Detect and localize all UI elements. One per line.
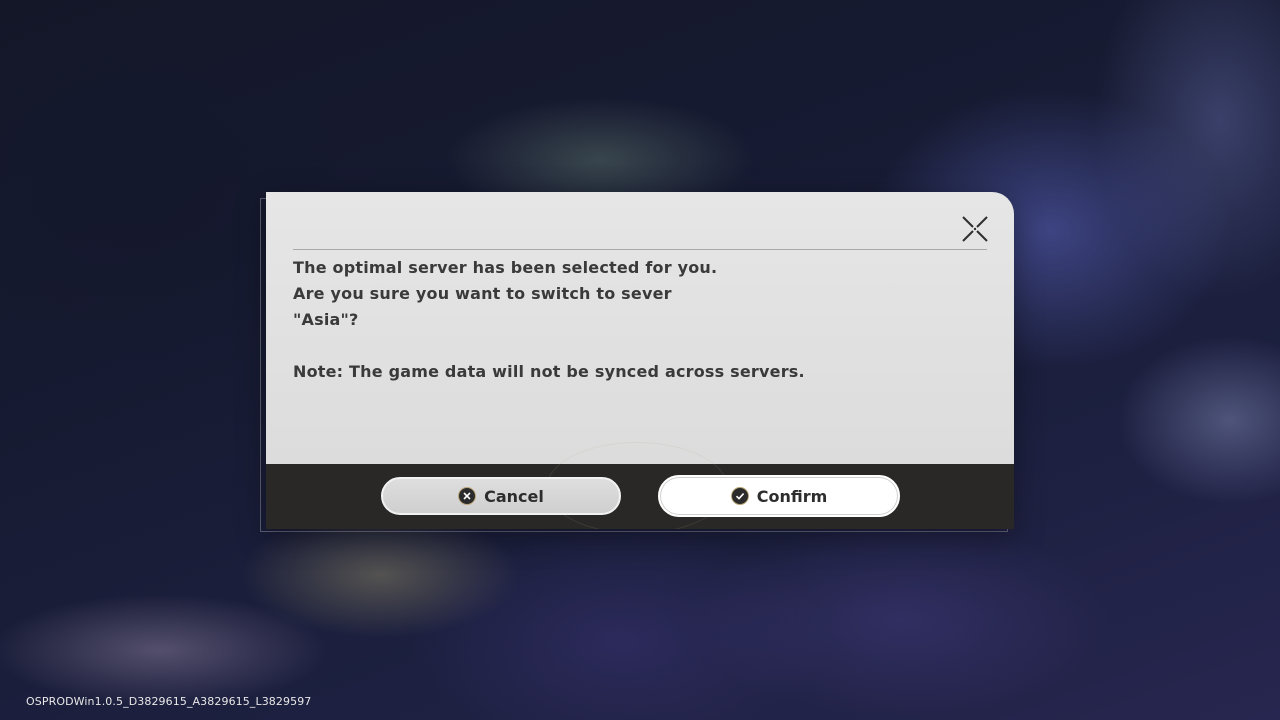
dialog-message: The optimal server has been selected for… — [293, 255, 983, 385]
dialog-body: The optimal server has been selected for… — [266, 192, 1014, 464]
cancel-label: Cancel — [484, 486, 544, 506]
version-string: OSPRODWin1.0.5_D3829615_A3829615_L382959… — [26, 695, 312, 708]
message-line-2: Are you sure you want to switch to sever — [293, 284, 672, 303]
confirm-label: Confirm — [756, 486, 828, 506]
title-divider — [293, 249, 987, 250]
x-circle-icon — [458, 487, 477, 505]
server-switch-dialog: The optimal server has been selected for… — [266, 192, 1014, 529]
message-line-3: "Asia"? — [293, 310, 359, 329]
message-note: Note: The game data will not be synced a… — [293, 362, 805, 381]
confirm-button[interactable]: Confirm — [658, 475, 900, 517]
close-button[interactable] — [960, 214, 990, 244]
check-circle-icon — [730, 487, 749, 505]
close-icon — [962, 216, 988, 242]
message-line-1: The optimal server has been selected for… — [293, 258, 718, 277]
dialog-footer: Cancel Confirm — [266, 442, 1014, 529]
game-screen: The optimal server has been selected for… — [0, 0, 1280, 720]
cancel-button[interactable]: Cancel — [381, 477, 621, 515]
